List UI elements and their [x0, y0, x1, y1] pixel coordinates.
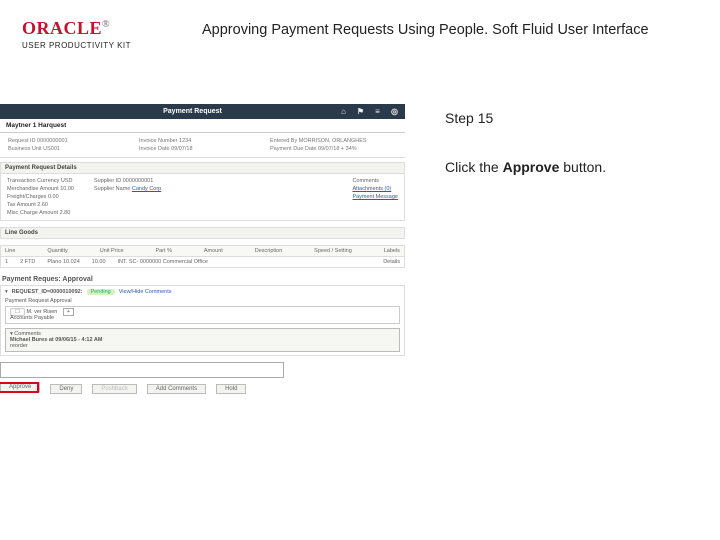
approval-history: ▾ Comments Michael Bures at 09/06/15 - 4…: [5, 328, 400, 352]
detail-tax: Tax Amount 2.60: [7, 202, 74, 208]
home-icon[interactable]: ⌂: [339, 107, 348, 116]
info-payment-due: Payment Due Date 09/07/18 + 34%: [266, 145, 397, 153]
gear-icon[interactable]: ◎: [390, 107, 399, 116]
detail-trans-currency: Transaction Currency USD: [7, 178, 74, 184]
cell-qty: 2 FTD: [20, 259, 35, 265]
cell-desc: INT. SC- 0000000 Commercial Office: [118, 259, 208, 265]
approval-pending: Pending: [87, 289, 115, 295]
detail-payment-msg[interactable]: Payment Message: [352, 194, 398, 200]
comment-input[interactable]: [0, 362, 284, 378]
instruction-bold: Approve: [503, 159, 560, 175]
approver-add-icon[interactable]: +: [63, 308, 74, 316]
approval-header: Payment Reques: Approval: [0, 274, 405, 285]
detail-freight: Freight/Charges 0.00: [7, 194, 74, 200]
chevron-down-icon[interactable]: ▾: [5, 289, 8, 295]
col-desc: Description: [255, 248, 283, 254]
info-business-unit: Business Unit US001: [4, 145, 135, 153]
pushback-button[interactable]: Pushback: [92, 384, 136, 394]
approval-viewhide[interactable]: View/Hide Comments: [119, 289, 172, 295]
detail-supplier-name-label: Supplier Name: [94, 186, 130, 192]
hold-button[interactable]: Hold: [216, 384, 246, 394]
detail-comments: Comments: [352, 178, 398, 184]
step-label: Step 15: [445, 106, 700, 131]
cell-amount: 10.00: [92, 259, 106, 265]
deny-button[interactable]: Deny: [50, 384, 82, 394]
addcomments-button[interactable]: Add Comments: [147, 384, 206, 394]
app-title: Payment Request: [163, 108, 222, 115]
detail-misc: Misc Charge Amount 2.80: [7, 210, 74, 216]
cell-line: 1: [5, 259, 8, 265]
line-goods-header: Line Goods: [0, 227, 405, 239]
approve-highlight: [0, 382, 39, 393]
history-line-2: reorder: [10, 343, 395, 349]
instruction-pre: Click the: [445, 159, 503, 175]
col-amount: Amount: [204, 248, 223, 254]
info-request-id: Request ID 0000000001: [4, 137, 135, 145]
detail-merch-amount: Merchandise Amount 10.00: [7, 186, 74, 192]
line-goods-cols: Line Quantity Unit Price Part % Amount D…: [0, 245, 405, 257]
info-invoice-date: Invoice Date 09/07/18: [135, 145, 266, 153]
page-title: Approving Payment Requests Using People.…: [152, 18, 702, 38]
brand-subtitle: USER PRODUCTIVITY KIT: [22, 41, 152, 50]
approval-box: ▾ REQUEST_ID=0000010092: Pending View/Hi…: [0, 285, 405, 356]
app-tabbar: Maytner 1 Harquest: [0, 119, 405, 133]
section-details-body: Transaction Currency USD Merchandise Amo…: [0, 174, 405, 221]
approver-card: ☐ M. ver Risen + Accounts Payable: [5, 306, 400, 324]
info-entered-by: Entered By MORRISON, ORLANGHES: [266, 137, 397, 145]
detail-attachments[interactable]: Attachments (0): [352, 186, 398, 192]
col-line: Line: [5, 248, 15, 254]
titlebar-icons: ⌂ ⚑ ≡ ◎: [339, 107, 399, 116]
instructions-panel: Step 15 Click the Approve button.: [405, 104, 720, 394]
info-invoice-number: Invoice Number 1234: [135, 137, 266, 145]
detail-supplier-id: Supplier ID 0000000001: [94, 178, 161, 184]
brand-logo: ORACLE® USER PRODUCTIVITY KIT: [22, 18, 152, 50]
brand-reg: ®: [102, 19, 110, 30]
col-labels: Labels: [384, 248, 400, 254]
col-part: Part %: [155, 248, 172, 254]
embedded-screenshot: Payment Request ⌂ ⚑ ≡ ◎ Maytner 1 Harque…: [0, 104, 405, 394]
col-speed: Speed / Setting: [314, 248, 352, 254]
approval-subtext: Payment Request Approval: [5, 298, 400, 304]
cell-unitprice: Plano 10.024: [47, 259, 79, 265]
col-unitprice: Unit Price: [100, 248, 124, 254]
app-titlebar: Payment Request ⌂ ⚑ ≡ ◎: [0, 104, 405, 119]
brand-word: ORACLE: [22, 18, 102, 38]
cell-details-link[interactable]: Details: [383, 259, 400, 265]
col-qty: Quantity: [47, 248, 67, 254]
approval-req-line: REQUEST_ID=0000010092:: [12, 289, 83, 295]
button-row: Approve Deny Pushback Add Comments Hold: [0, 384, 405, 394]
instruction-line: Click the Approve button.: [445, 155, 700, 180]
menu-icon[interactable]: ≡: [373, 107, 382, 116]
section-details-header: Payment Request Details: [0, 162, 405, 174]
line-row-1: 1 2 FTD Plano 10.024 10.00 INT. SC- 0000…: [0, 257, 405, 268]
instruction-post: button.: [559, 159, 606, 175]
tab-main[interactable]: Maytner 1 Harquest: [6, 122, 66, 129]
flag-icon[interactable]: ⚑: [356, 107, 365, 116]
info-bar: Request ID 0000000001 Invoice Number 123…: [0, 133, 405, 158]
detail-supplier-name[interactable]: Candy Corp: [132, 186, 161, 192]
